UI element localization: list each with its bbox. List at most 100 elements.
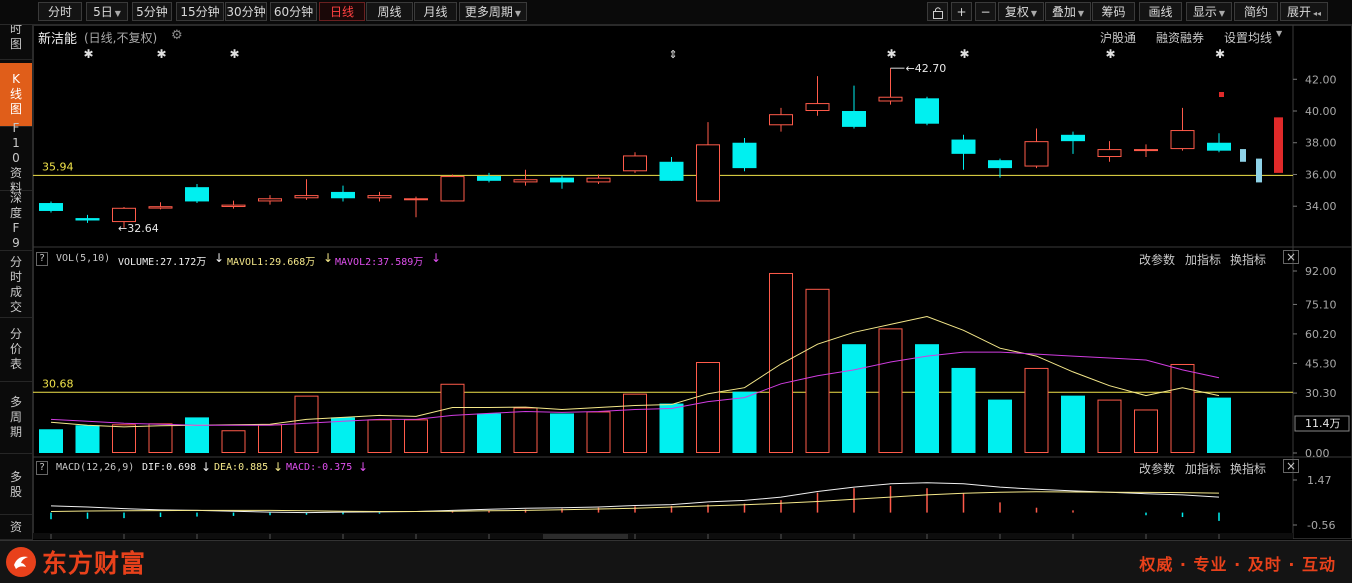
gear-icon[interactable]: ⚙ <box>171 28 183 43</box>
vol-close-icon[interactable]: × <box>1283 250 1300 264</box>
price-tick-label: 40.00 <box>1305 105 1337 118</box>
price-ref-label: 35.94 <box>42 160 74 173</box>
toolbar-label: 简约 <box>1243 5 1268 19</box>
tab-周线[interactable]: 周线 <box>366 2 413 21</box>
tab-月线[interactable]: 月线 <box>414 2 457 21</box>
candle-body <box>75 218 100 221</box>
link-margin[interactable]: 融资融券 <box>1156 29 1204 46</box>
candle <box>915 96 939 126</box>
candle-body <box>586 177 611 183</box>
sidebar-item-K线图[interactable]: K线图 <box>0 63 32 127</box>
projection-bar <box>1274 117 1283 173</box>
tab-15分钟[interactable]: 15分钟 <box>176 2 224 21</box>
vol-cursor-value: 11.4万 <box>1305 417 1341 430</box>
sidebar-item-分时成交[interactable]: 分时成交 <box>0 252 32 318</box>
vol-edit-params[interactable]: 改参数 <box>1139 251 1175 268</box>
volume-bar <box>1170 363 1195 454</box>
candle <box>75 214 100 223</box>
volume-bar <box>1134 409 1158 454</box>
candle-body <box>367 195 392 199</box>
brand[interactable]: 东方财富 <box>6 547 146 578</box>
sidebar-item-label: K线图 <box>9 72 22 116</box>
tab-5日[interactable]: 5日 ▼ <box>86 2 128 21</box>
event-star-icon: ✱ <box>1106 47 1116 61</box>
event-arrow-icon: ⇕ <box>669 48 678 61</box>
candle <box>440 174 465 202</box>
sidebar-item-label: 分时成交 <box>9 254 22 314</box>
volume-bar <box>404 419 428 454</box>
volume-bar <box>769 272 793 453</box>
chevron-down-icon[interactable]: ▼ <box>1276 29 1282 38</box>
toolbar-简约[interactable]: 简约 <box>1234 2 1278 21</box>
toolbar-显示[interactable]: 显示 ▼ <box>1186 2 1232 21</box>
macd-close-icon[interactable]: × <box>1283 459 1300 473</box>
tab-更多周期[interactable]: 更多周期 ▼ <box>459 2 527 21</box>
link-ma-settings[interactable]: 设置均线 <box>1224 29 1272 46</box>
toolbar-画线[interactable]: 画线 <box>1139 2 1182 21</box>
volume-bar <box>623 393 647 453</box>
volume-bar <box>586 411 611 453</box>
toolbar-复权[interactable]: 复权 ▼ <box>998 2 1044 21</box>
macd-edit-params[interactable]: 改参数 <box>1139 460 1175 477</box>
price-tick-label: 34.00 <box>1305 200 1337 213</box>
toolbar-筹码[interactable]: 筹码 <box>1092 2 1135 21</box>
candle <box>221 200 246 209</box>
dif-arrow-icon: ↓ <box>201 460 212 474</box>
candle <box>1024 128 1049 169</box>
minus-icon[interactable]: − <box>975 2 996 21</box>
volume-bar <box>75 425 100 453</box>
macd-tick-label: -0.56 <box>1307 519 1335 532</box>
toolbar-label: 筹码 <box>1101 5 1126 19</box>
tab-label: 5分钟 <box>136 5 168 19</box>
marker-dot <box>1219 92 1224 97</box>
sidebar-item-资[interactable]: 资 <box>0 516 32 540</box>
event-star-icon: ✱ <box>84 47 94 61</box>
tab-60分钟[interactable]: 60分钟 <box>270 2 317 21</box>
candle-body <box>732 142 757 169</box>
candle <box>1134 144 1158 158</box>
chevron-down-icon: ▼ <box>1030 9 1038 18</box>
link-hgt[interactable]: 沪股通 <box>1100 29 1136 46</box>
toolbar-label: 显示 <box>1192 5 1217 19</box>
tab-30分钟[interactable]: 30分钟 <box>225 2 267 21</box>
vol-help-icon[interactable]: ? <box>36 252 49 266</box>
vol-arrow-icon: ↓ <box>214 251 225 265</box>
sidebar-item-多股[interactable]: 多股 <box>0 455 32 515</box>
toolbar-叠加[interactable]: 叠加 ▼ <box>1045 2 1091 21</box>
sidebar-item-多周期[interactable]: 多周期 <box>0 382 32 454</box>
scroll-thumb <box>543 534 628 539</box>
volume-bar <box>988 399 1012 453</box>
volume-bar <box>513 407 538 453</box>
chart-area[interactable]: 42.00 40.00 38.00 36.00 34.00 35.94 ←42.70 ←32.… <box>33 25 1352 539</box>
volume-bar <box>148 423 173 453</box>
toolbar-label: 画线 <box>1148 5 1173 19</box>
tab-5分钟[interactable]: 5分钟 <box>132 2 172 21</box>
projection-bar <box>1240 149 1246 162</box>
collapse-icon: ◂◂ <box>1312 9 1322 18</box>
macd-add-indicator[interactable]: 加指标 <box>1185 460 1221 477</box>
volume-bar <box>367 419 392 454</box>
plus-icon[interactable]: + <box>951 2 972 21</box>
candle-body <box>842 111 866 127</box>
candle-body <box>440 176 465 202</box>
candle-body <box>1207 142 1231 151</box>
tab-分时[interactable]: 分时 <box>38 2 82 21</box>
candle <box>732 137 757 172</box>
vol-switch-indicator[interactable]: 换指标 <box>1230 251 1266 268</box>
toolbar-展开[interactable]: 展开 ◂◂ <box>1280 2 1328 21</box>
tab-日线[interactable]: 日线 <box>319 2 365 21</box>
lock-icon[interactable] <box>927 2 948 21</box>
sidebar-item-深度F9[interactable]: 深度F9 <box>0 191 32 251</box>
volume-bar <box>805 288 830 453</box>
sidebar-item-分价表[interactable]: 分价表 <box>0 318 32 382</box>
macd-help-icon[interactable]: ? <box>36 461 49 475</box>
volume-bar <box>1061 395 1085 453</box>
macd-switch-indicator[interactable]: 换指标 <box>1230 460 1266 477</box>
candle-body <box>258 198 282 202</box>
tab-label: 15分钟 <box>180 5 220 19</box>
sidebar-item-label: 深度F9 <box>9 190 22 250</box>
candle <box>623 152 647 173</box>
sidebar-item-F10资料[interactable]: F10资料 <box>0 121 32 195</box>
candle <box>1097 141 1122 162</box>
vol-add-indicator[interactable]: 加指标 <box>1185 251 1221 268</box>
